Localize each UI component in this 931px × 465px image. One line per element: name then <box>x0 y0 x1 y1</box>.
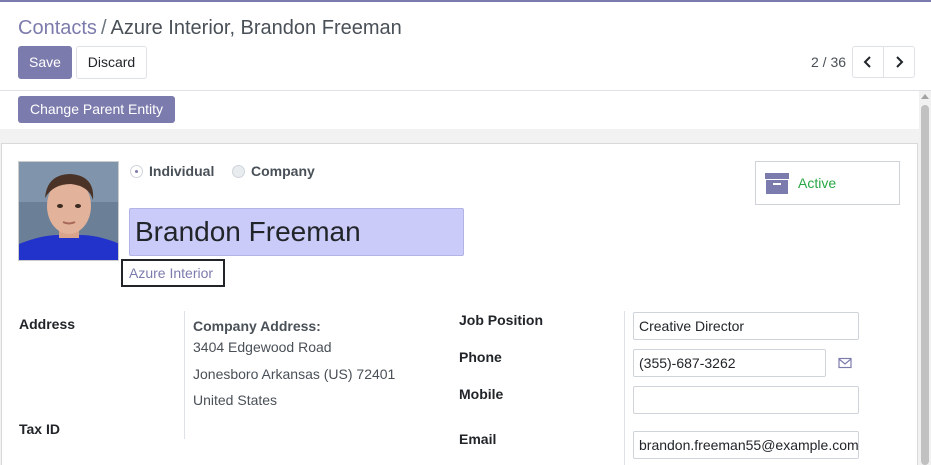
pager-next-button[interactable] <box>883 46 915 78</box>
parent-company-field[interactable]: Azure Interior <box>121 259 225 287</box>
breadcrumb-current: Azure Interior, Brandon Freeman <box>110 17 402 39</box>
breadcrumb-contacts-link[interactable]: Contacts <box>18 17 97 39</box>
radio-company[interactable] <box>232 164 245 178</box>
radio-individual-label: Individual <box>149 163 215 179</box>
job-position-input[interactable]: Creative Director <box>633 312 859 340</box>
mobile-input[interactable] <box>633 386 859 414</box>
save-button[interactable]: Save <box>18 46 72 79</box>
active-toggle-button[interactable]: Active <box>755 161 900 205</box>
job-position-label: Job Position <box>459 312 543 328</box>
contact-avatar[interactable] <box>18 161 119 261</box>
archive-icon <box>765 173 789 194</box>
radio-individual[interactable] <box>130 164 143 178</box>
vertical-scrollbar[interactable] <box>919 91 931 465</box>
scroll-up-arrow-icon[interactable] <box>921 94 929 99</box>
discard-button[interactable]: Discard <box>76 46 147 79</box>
scrollbar-thumb[interactable] <box>921 105 929 465</box>
change-parent-entity-button[interactable]: Change Parent Entity <box>18 96 175 123</box>
email-input[interactable]: brandon.freeman55@example.com <box>633 431 859 459</box>
breadcrumb-separator: / <box>100 17 107 39</box>
contact-name-input[interactable]: Brandon Freeman <box>129 208 464 256</box>
mobile-label: Mobile <box>459 386 504 402</box>
contact-photo <box>19 162 118 260</box>
address-divider <box>184 311 185 439</box>
tax-id-label: Tax ID <box>19 421 60 437</box>
address-line-street: 3404 Edgewood Road <box>193 339 332 355</box>
form-statusbar: Change Parent Entity <box>0 91 919 129</box>
radio-company-label: Company <box>251 163 315 179</box>
breadcrumb: Contacts / Azure Interior, Brandon Freeman <box>18 16 402 40</box>
address-line-city: Jonesboro Arkansas (US) 72401 <box>193 366 396 382</box>
contact-fields-divider <box>624 311 625 465</box>
pager-value[interactable]: 2 / 36 <box>811 54 846 70</box>
envelope-icon[interactable] <box>838 357 852 369</box>
address-line-country: United States <box>193 392 278 408</box>
address-label: Address <box>19 316 76 332</box>
chevron-left-icon <box>863 56 871 68</box>
company-type-individual[interactable]: Individual <box>130 163 214 179</box>
company-type-company[interactable]: Company <box>232 163 315 179</box>
pager-previous-button[interactable] <box>852 46 884 78</box>
phone-input[interactable]: (355)-687-3262 <box>633 349 826 377</box>
chevron-right-icon <box>896 56 904 68</box>
phone-label: Phone <box>459 349 502 365</box>
email-label: Email <box>459 431 497 447</box>
company-address-label: Company Address: <box>193 318 321 334</box>
control-panel: Contacts / Azure Interior, Brandon Freeman… <box>0 2 931 91</box>
active-label: Active <box>798 175 837 191</box>
